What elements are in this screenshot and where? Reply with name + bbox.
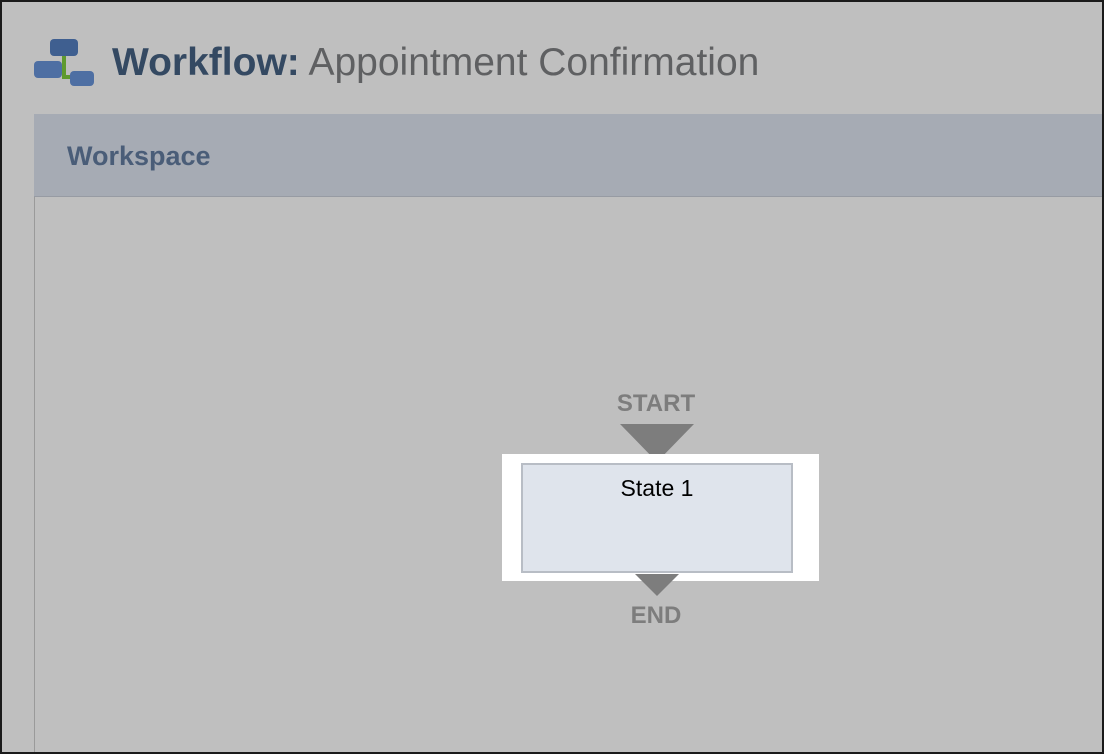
workflow-name: Appointment Confirmation xyxy=(308,40,760,84)
page-title: Workflow: Appointment Confirmation xyxy=(112,43,759,82)
title-prefix: Workflow: xyxy=(112,40,300,84)
end-arrow-icon xyxy=(635,574,679,596)
workspace-header: Workspace xyxy=(34,114,1102,197)
app-window: Workflow: Appointment Confirmation Works… xyxy=(0,0,1104,754)
start-label: START xyxy=(616,390,696,417)
workspace-label: Workspace xyxy=(67,141,211,171)
page-header: Workflow: Appointment Confirmation xyxy=(32,32,759,92)
state-label: State 1 xyxy=(620,475,694,501)
state-node[interactable]: State 1 xyxy=(521,463,793,573)
workflow-icon xyxy=(32,34,96,90)
end-label: END xyxy=(630,602,682,629)
